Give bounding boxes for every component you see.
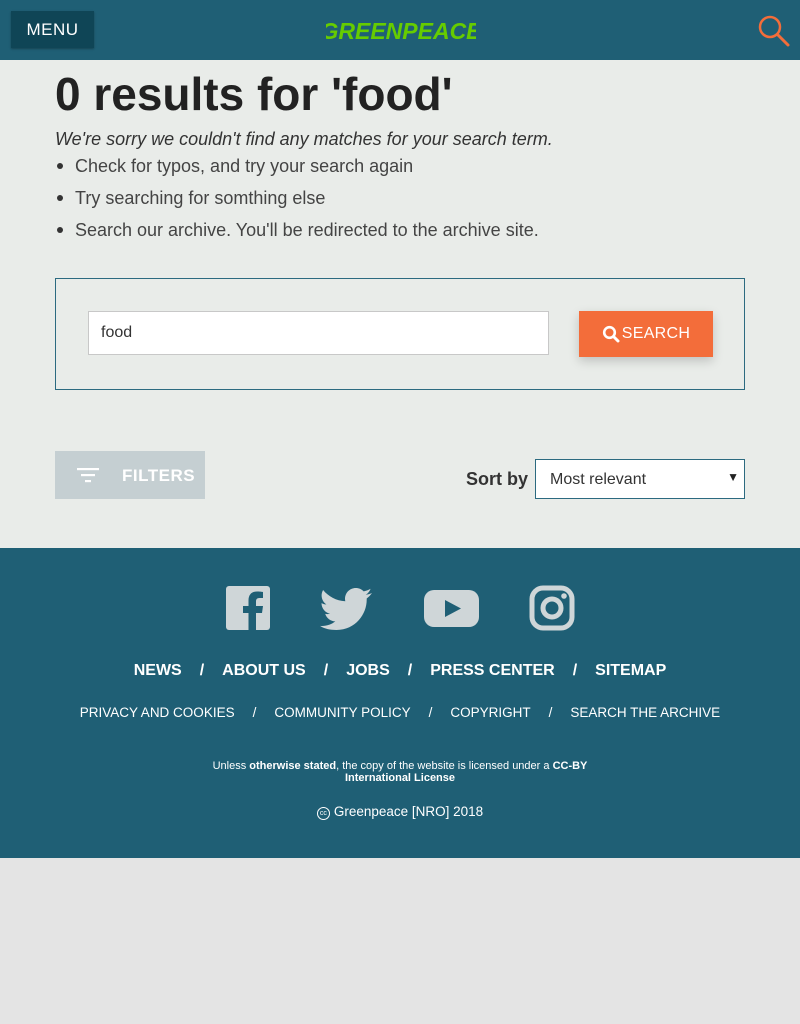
sort-select[interactable]: Most relevant ▼ [535, 459, 745, 499]
search-results-section: 0 results for 'food' We're sorry we coul… [0, 60, 800, 548]
twitter-icon[interactable] [320, 588, 372, 630]
footer-link-about-us[interactable]: ABOUT US [222, 662, 306, 679]
menu-button[interactable]: MENU [11, 11, 94, 48]
footer-secondary-nav: PRIVACY AND COOKIES / COMMUNITY POLICY / COP… [79, 705, 721, 720]
footer-link-sitemap[interactable]: SITEMAP [595, 662, 666, 679]
footer-link-jobs[interactable]: JOBS [346, 662, 390, 679]
footer-link-press-center[interactable]: PRESS CENTER [430, 662, 554, 679]
youtube-icon[interactable] [424, 590, 479, 627]
list-item: Check for typos, and try your search aga… [55, 153, 539, 185]
search-input[interactable] [88, 311, 549, 355]
search-button-label: SEARCH [621, 325, 691, 342]
greenpeace-logo[interactable]: GREENPEACE [326, 14, 476, 46]
footer-link-search-archive[interactable]: SEARCH THE ARCHIVE [570, 705, 720, 720]
footer-link-copyright[interactable]: COPYRIGHT [450, 705, 530, 720]
footer: NEWS / ABOUT US / JOBS / PRESS CENTER / SITEMAP … [0, 548, 800, 858]
search-icon[interactable] [757, 14, 791, 48]
sort-label: Sort by [466, 469, 529, 489]
logo-text: GREENPEACE [326, 18, 476, 44]
search-form: SEARCH [55, 278, 745, 390]
otherwise-stated-link[interactable]: otherwise stated [249, 760, 336, 772]
copyright-notice: cc Greenpeace [NRO] 2018 [0, 804, 800, 820]
creative-commons-icon: cc [316, 807, 330, 820]
facebook-icon[interactable] [226, 586, 270, 630]
list-item: Search our archive. You'll be redirected… [55, 217, 539, 249]
search-button[interactable]: SEARCH [579, 311, 713, 357]
footer-link-privacy[interactable]: PRIVACY AND COOKIES [80, 705, 235, 720]
list-item: Try searching for somthing else [55, 185, 539, 217]
search-icon [602, 325, 620, 343]
search-tips-list: Check for typos, and try your search aga… [55, 153, 539, 249]
license-prefix: Unless [212, 760, 250, 772]
filter-icon [77, 468, 99, 483]
cc-by-link[interactable]: CC-BY [553, 760, 588, 772]
top-navigation-bar: MENU GREENPEACE [0, 0, 800, 60]
no-results-message: We're sorry we couldn't find any matches… [55, 129, 553, 149]
license-notice: Unless otherwise stated, the copy of the… [195, 760, 605, 784]
filters-button[interactable]: FILTERS [55, 451, 205, 499]
copyright-text: Greenpeace [NRO] 2018 [333, 804, 484, 819]
page-title: 0 results for 'food' [55, 68, 453, 120]
license-middle: , the copy of the website is licensed un… [336, 760, 553, 772]
chevron-down-icon: ▼ [727, 470, 739, 484]
footer-primary-nav: NEWS / ABOUT US / JOBS / PRESS CENTER / SITEMAP [133, 662, 667, 679]
footer-link-news[interactable]: NEWS [134, 662, 182, 679]
footer-link-community-policy[interactable]: COMMUNITY POLICY [274, 705, 410, 720]
filters-label: FILTERS [122, 466, 196, 485]
sort-selected-value: Most relevant [550, 471, 647, 488]
international-license-link[interactable]: International License [345, 772, 455, 784]
instagram-icon[interactable] [529, 585, 575, 631]
